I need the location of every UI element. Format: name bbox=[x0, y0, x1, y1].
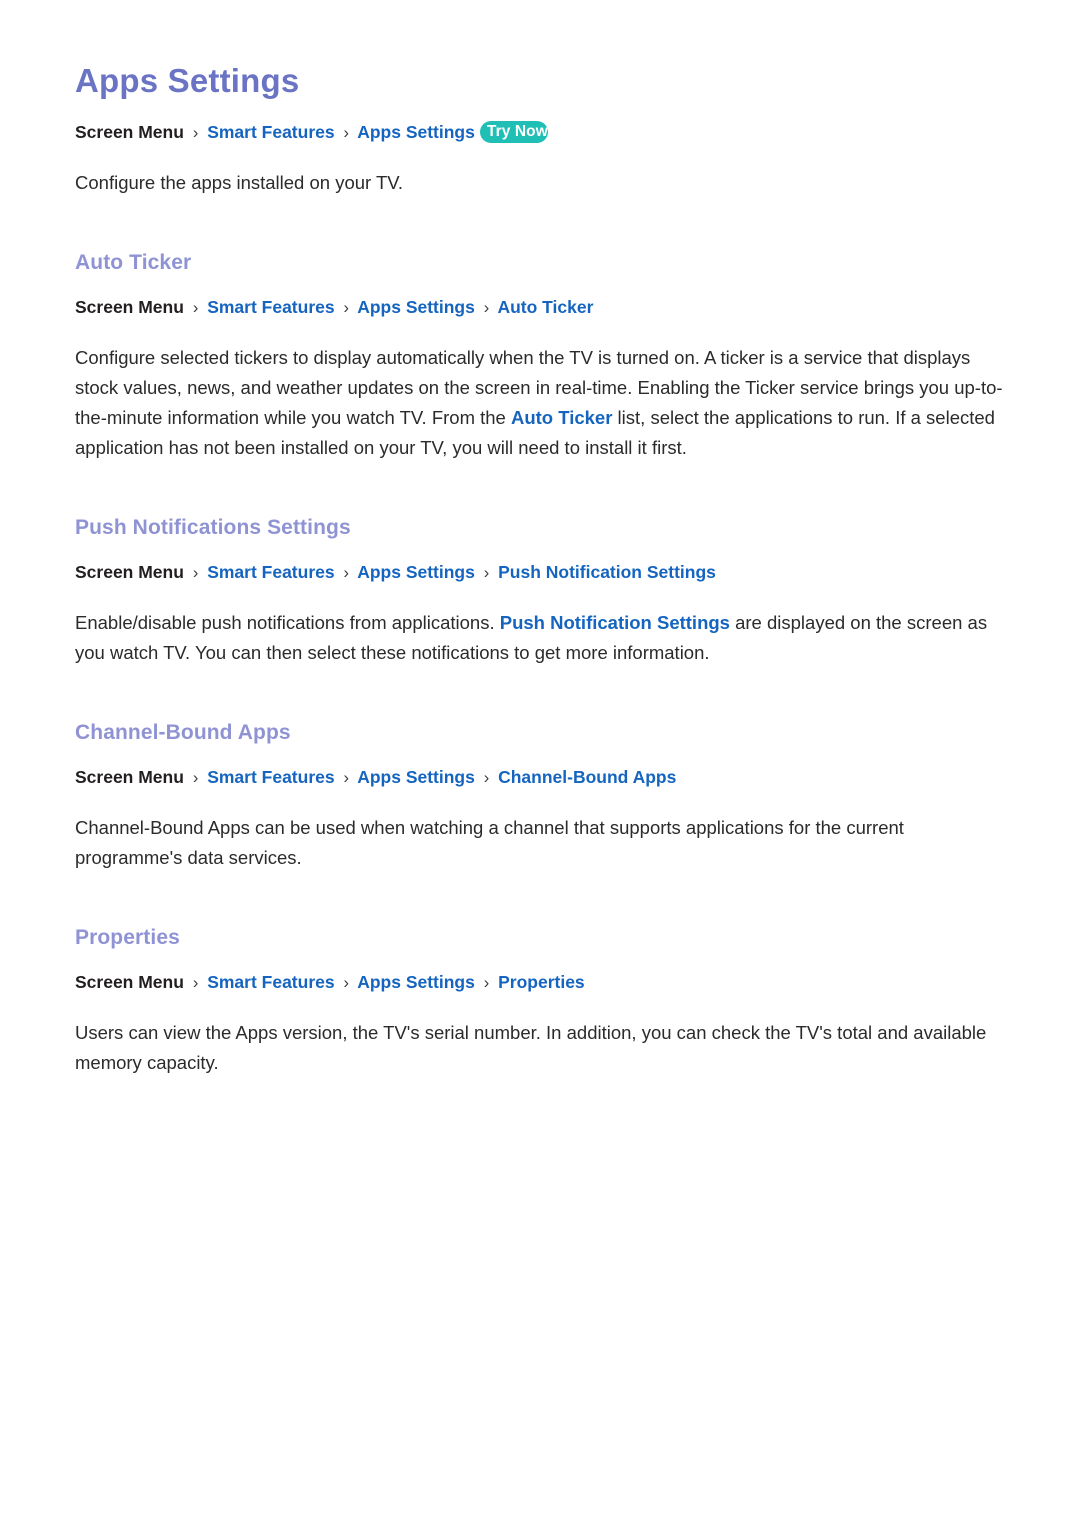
breadcrumb-link-smart-features[interactable]: Smart Features bbox=[207, 562, 334, 582]
breadcrumb-link-push-notification-settings[interactable]: Push Notification Settings bbox=[498, 562, 716, 582]
chevron-right-icon: › bbox=[343, 769, 349, 788]
chevron-right-icon: › bbox=[343, 123, 349, 142]
document-content: Apps Settings Screen Menu › Smart Featur… bbox=[75, 62, 1005, 1078]
breadcrumb-root: Screen Menu bbox=[75, 562, 184, 583]
section-heading-properties: Properties bbox=[75, 926, 180, 950]
chevron-right-icon: › bbox=[192, 123, 199, 142]
breadcrumb-link-apps-settings[interactable]: Apps Settings bbox=[357, 122, 475, 142]
breadcrumb-link-apps-settings[interactable]: Apps Settings bbox=[357, 767, 475, 787]
paragraph-properties: Users can view the Apps version, the TV'… bbox=[75, 1022, 987, 1074]
breadcrumb-link-apps-settings[interactable]: Apps Settings bbox=[357, 972, 475, 992]
section-heading-auto-ticker: Auto Ticker bbox=[75, 251, 192, 275]
chevron-right-icon: › bbox=[343, 299, 349, 318]
section-heading-channel-bound-apps: Channel-Bound Apps bbox=[75, 721, 291, 745]
page-title: Apps Settings bbox=[75, 62, 300, 99]
chevron-right-icon: › bbox=[343, 564, 349, 583]
breadcrumb-link-properties[interactable]: Properties bbox=[498, 972, 585, 992]
chevron-right-icon: › bbox=[192, 769, 199, 788]
intro-paragraph: Configure the apps installed on your TV. bbox=[75, 172, 404, 194]
breadcrumb: Screen Menu › Smart Features › Apps Sett… bbox=[75, 121, 1005, 144]
chevron-right-icon: › bbox=[192, 974, 199, 993]
breadcrumb-link-auto-ticker[interactable]: Auto Ticker bbox=[497, 297, 593, 317]
breadcrumb-root: Screen Menu bbox=[75, 972, 184, 993]
section-heading-push-notifications-settings: Push Notifications Settings bbox=[75, 516, 351, 540]
chevron-right-icon: › bbox=[483, 974, 490, 993]
breadcrumb-link-smart-features[interactable]: Smart Features bbox=[207, 972, 334, 992]
breadcrumb-link-apps-settings[interactable]: Apps Settings bbox=[357, 297, 475, 317]
breadcrumb-link-apps-settings[interactable]: Apps Settings bbox=[357, 562, 475, 582]
inline-link-push-notification-settings[interactable]: Push Notification Settings bbox=[500, 612, 730, 633]
breadcrumb-link-smart-features[interactable]: Smart Features bbox=[207, 297, 334, 317]
inline-link-auto-ticker[interactable]: Auto Ticker bbox=[511, 407, 612, 428]
paragraph-text: Enable/disable push notifications from a… bbox=[75, 612, 500, 634]
breadcrumb-root: Screen Menu bbox=[75, 297, 184, 318]
try-now-badge[interactable]: Try Now bbox=[479, 121, 548, 144]
section-push-notifications-settings: Push Notifications Settings Screen Menu … bbox=[75, 515, 1005, 668]
chevron-right-icon: › bbox=[343, 974, 349, 993]
breadcrumb-root: Screen Menu bbox=[75, 767, 184, 788]
breadcrumb-properties: Screen Menu › Smart Features › Apps Sett… bbox=[75, 972, 1005, 994]
paragraph-push-notifications-settings: Enable/disable push notifications from a… bbox=[75, 608, 1005, 668]
chevron-right-icon: › bbox=[192, 299, 199, 318]
chevron-right-icon: › bbox=[192, 564, 199, 583]
breadcrumb-channel-bound-apps: Screen Menu › Smart Features › Apps Sett… bbox=[75, 767, 1005, 789]
section-auto-ticker: Auto Ticker Screen Menu › Smart Features… bbox=[75, 250, 1005, 463]
breadcrumb-root: Screen Menu bbox=[75, 121, 184, 142]
document-page: Apps Settings Screen Menu › Smart Featur… bbox=[0, 0, 1080, 1527]
paragraph-auto-ticker: Configure selected tickers to display au… bbox=[75, 343, 1005, 463]
paragraph-channel-bound-apps: Channel-Bound Apps can be used when watc… bbox=[75, 817, 904, 869]
chevron-right-icon: › bbox=[483, 769, 490, 788]
section-properties: Properties Screen Menu › Smart Features … bbox=[75, 925, 1005, 1078]
breadcrumb-link-channel-bound-apps[interactable]: Channel-Bound Apps bbox=[498, 767, 676, 787]
breadcrumb-link-smart-features[interactable]: Smart Features bbox=[207, 122, 334, 142]
chevron-right-icon: › bbox=[483, 299, 490, 318]
breadcrumb-link-smart-features[interactable]: Smart Features bbox=[207, 767, 334, 787]
breadcrumb-auto-ticker: Screen Menu › Smart Features › Apps Sett… bbox=[75, 297, 1005, 319]
section-channel-bound-apps: Channel-Bound Apps Screen Menu › Smart F… bbox=[75, 720, 1005, 873]
chevron-right-icon: › bbox=[483, 564, 490, 583]
breadcrumb-push-notification-settings: Screen Menu › Smart Features › Apps Sett… bbox=[75, 562, 1005, 584]
